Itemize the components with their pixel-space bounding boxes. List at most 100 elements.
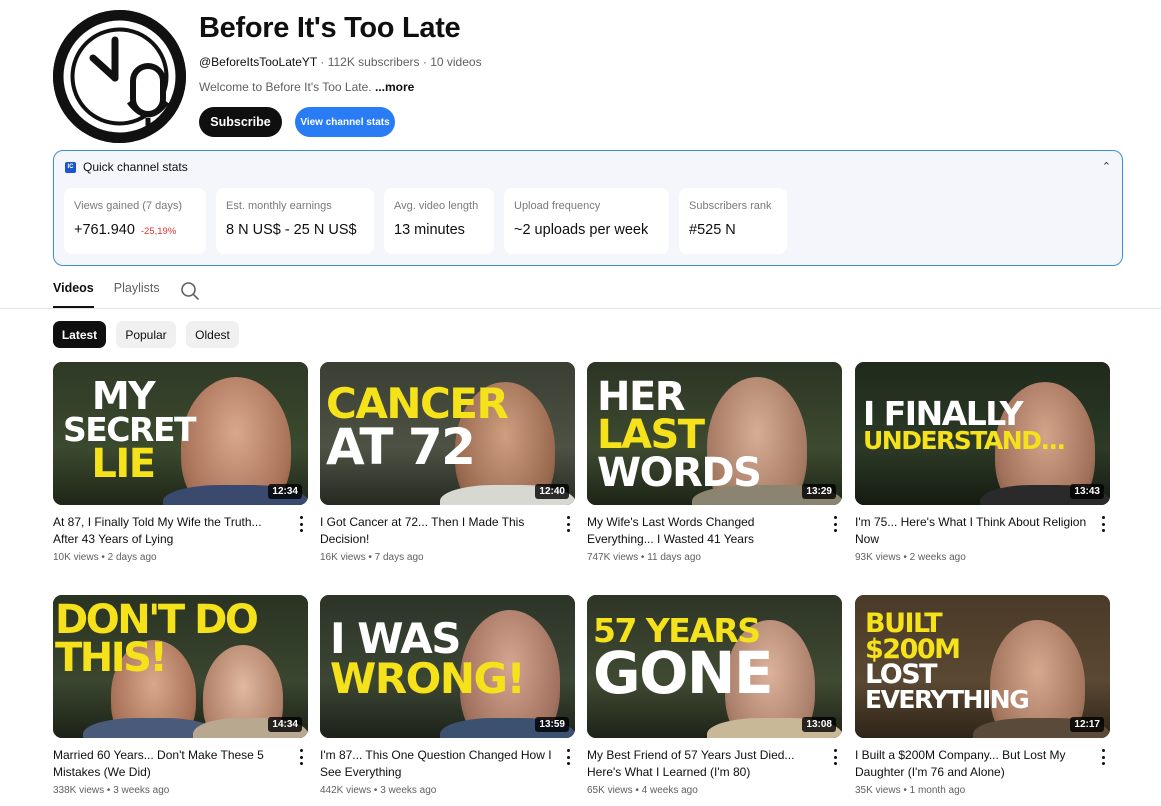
- video-title[interactable]: Married 60 Years... Don't Make These 5 M…: [53, 747, 289, 781]
- video-card[interactable]: MY SECRET LIE 12:34 At 87, I Finally Tol…: [53, 362, 308, 563]
- stat-value: +761.940: [74, 222, 135, 238]
- stat-card-subscribers-rank: Subscribers rank #525 N: [679, 188, 787, 254]
- meta-separator: ·: [419, 55, 431, 69]
- more-options-icon[interactable]: [1100, 749, 1106, 765]
- video-age: 2 weeks ago: [909, 552, 966, 563]
- video-count: 10 videos: [430, 55, 482, 69]
- video-duration: 14:34: [268, 717, 302, 732]
- video-card[interactable]: CANCER AT 72 12:40 I Got Cancer at 72...…: [320, 362, 575, 563]
- video-views: 10K views: [53, 552, 99, 563]
- video-card[interactable]: HER LAST WORDS 13:29 My Wife's Last Word…: [587, 362, 842, 563]
- thumbnail-caption: DON'T DO THIS!: [55, 597, 259, 681]
- video-title[interactable]: I'm 87... This One Question Changed How …: [320, 747, 556, 781]
- video-meta: 10K views • 2 days ago: [53, 552, 157, 563]
- video-meta: 93K views • 2 weeks ago: [855, 552, 966, 563]
- stat-label: Subscribers rank: [689, 200, 772, 212]
- video-thumbnail[interactable]: CANCER AT 72 12:40: [320, 362, 575, 505]
- stat-label: Upload frequency: [514, 200, 601, 212]
- more-options-icon[interactable]: [832, 516, 838, 532]
- clock-microphone-logo-icon: [53, 10, 186, 143]
- chip-popular[interactable]: Popular: [116, 321, 176, 348]
- video-meta: 442K views • 3 weeks ago: [320, 785, 437, 796]
- video-meta: 65K views • 4 weeks ago: [587, 785, 698, 796]
- channel-avatar[interactable]: [53, 10, 186, 143]
- quick-channel-stats-panel: IC Quick channel stats ⌃ Views gained (7…: [53, 150, 1123, 266]
- stat-change: -25,19%: [140, 226, 177, 237]
- video-meta: 747K views • 11 days ago: [587, 552, 701, 563]
- video-thumbnail[interactable]: I WAS WRONG! 13:59: [320, 595, 575, 738]
- video-card[interactable]: BUILT $200M LOST EVERYTHING 12:17 I Buil…: [855, 595, 1110, 796]
- video-thumbnail[interactable]: I FINALLY UNDERSTAND... 13:43: [855, 362, 1110, 505]
- stat-value: 8 N US$ - 25 N US$: [226, 222, 357, 238]
- video-duration: 12:17: [1070, 717, 1104, 732]
- video-title[interactable]: I Built a $200M Company... But Lost My D…: [855, 747, 1091, 781]
- more-options-icon[interactable]: [832, 749, 838, 765]
- subscribe-button[interactable]: Subscribe: [199, 107, 282, 137]
- video-thumbnail[interactable]: BUILT $200M LOST EVERYTHING 12:17: [855, 595, 1110, 738]
- thumbnail-caption: HER LAST WORDS: [597, 374, 762, 496]
- video-age: 3 weeks ago: [113, 785, 170, 796]
- search-icon[interactable]: [180, 281, 200, 301]
- video-meta: 16K views • 7 days ago: [320, 552, 424, 563]
- video-title[interactable]: My Best Friend of 57 Years Just Died... …: [587, 747, 823, 781]
- stats-extension-logo-icon: IC: [65, 161, 76, 173]
- channel-name: Before It's Too Late: [199, 12, 461, 44]
- video-card[interactable]: 57 YEARS GONE 13:08 My Best Friend of 57…: [587, 595, 842, 796]
- tab-videos[interactable]: Videos: [53, 281, 94, 308]
- video-title[interactable]: My Wife's Last Words Changed Everything.…: [587, 514, 823, 548]
- stat-card-monthly-earnings: Est. monthly earnings 8 N US$ - 25 N US$: [216, 188, 374, 254]
- chip-latest[interactable]: Latest: [53, 321, 106, 348]
- channel-description[interactable]: Welcome to Before It's Too Late. ...more: [199, 80, 414, 94]
- channel-tabs: Videos Playlists: [53, 281, 200, 308]
- more-options-icon[interactable]: [1100, 516, 1106, 532]
- more-options-icon[interactable]: [565, 749, 571, 765]
- thumbnail-caption: I WAS WRONG!: [330, 614, 526, 703]
- video-card[interactable]: DON'T DO THIS! 14:34 Married 60 Years...…: [53, 595, 308, 796]
- video-duration: 13:08: [802, 717, 836, 732]
- video-age: 11 days ago: [647, 552, 701, 563]
- video-thumbnail[interactable]: DON'T DO THIS! 14:34: [53, 595, 308, 738]
- video-meta: 338K views • 3 weeks ago: [53, 785, 170, 796]
- subscriber-count: 112K subscribers: [327, 55, 420, 69]
- video-views: 93K views: [855, 552, 901, 563]
- video-title[interactable]: I Got Cancer at 72... Then I Made This D…: [320, 514, 556, 548]
- video-views: 35K views: [855, 785, 901, 796]
- thumbnail-caption: CANCER AT 72: [326, 379, 509, 476]
- more-options-icon[interactable]: [565, 516, 571, 532]
- video-age: 7 days ago: [374, 552, 424, 563]
- video-card[interactable]: I FINALLY UNDERSTAND... 13:43 I'm 75... …: [855, 362, 1110, 563]
- video-title[interactable]: I'm 75... Here's What I Think About Reli…: [855, 514, 1091, 548]
- more-options-icon[interactable]: [298, 749, 304, 765]
- quick-stats-header: IC Quick channel stats: [65, 160, 188, 174]
- stat-label: Views gained (7 days): [74, 200, 183, 212]
- video-duration: 12:40: [535, 484, 569, 499]
- more-link[interactable]: ...more: [375, 80, 414, 94]
- stat-card-views-gained: Views gained (7 days) +761.940 -25,19%: [64, 188, 206, 254]
- description-text: Welcome to Before It's Too Late.: [199, 80, 375, 94]
- video-age: 4 weeks ago: [641, 785, 698, 796]
- stat-card-avg-video-length: Avg. video length 13 minutes: [384, 188, 494, 254]
- channel-meta: @BeforeItsTooLateYT · 112K subscribers ·…: [199, 55, 482, 69]
- video-title[interactable]: At 87, I Finally Told My Wife the Truth.…: [53, 514, 289, 548]
- video-views: 442K views: [320, 785, 372, 796]
- video-duration: 13:59: [535, 717, 569, 732]
- view-channel-stats-button[interactable]: View channel stats: [295, 107, 395, 137]
- meta-separator: ·: [317, 55, 328, 69]
- more-options-icon[interactable]: [298, 516, 304, 532]
- thumbnail-caption: 57 YEARS GONE: [593, 611, 774, 708]
- tab-playlists[interactable]: Playlists: [114, 281, 160, 308]
- video-thumbnail[interactable]: 57 YEARS GONE 13:08: [587, 595, 842, 738]
- chevron-up-icon[interactable]: ⌃: [1102, 160, 1111, 173]
- video-card[interactable]: I WAS WRONG! 13:59 I'm 87... This One Qu…: [320, 595, 575, 796]
- stat-value: 13 minutes: [394, 222, 465, 238]
- video-thumbnail[interactable]: MY SECRET LIE 12:34: [53, 362, 308, 505]
- video-meta: 35K views • 1 month ago: [855, 785, 966, 796]
- thumbnail-caption: MY SECRET LIE: [63, 374, 197, 488]
- video-thumbnail[interactable]: HER LAST WORDS 13:29: [587, 362, 842, 505]
- video-duration: 12:34: [268, 484, 302, 499]
- stat-label: Avg. video length: [394, 200, 479, 212]
- chip-oldest[interactable]: Oldest: [186, 321, 239, 348]
- video-views: 747K views: [587, 552, 639, 563]
- video-views: 338K views: [53, 785, 105, 796]
- stat-card-upload-frequency: Upload frequency ~2 uploads per week: [504, 188, 669, 254]
